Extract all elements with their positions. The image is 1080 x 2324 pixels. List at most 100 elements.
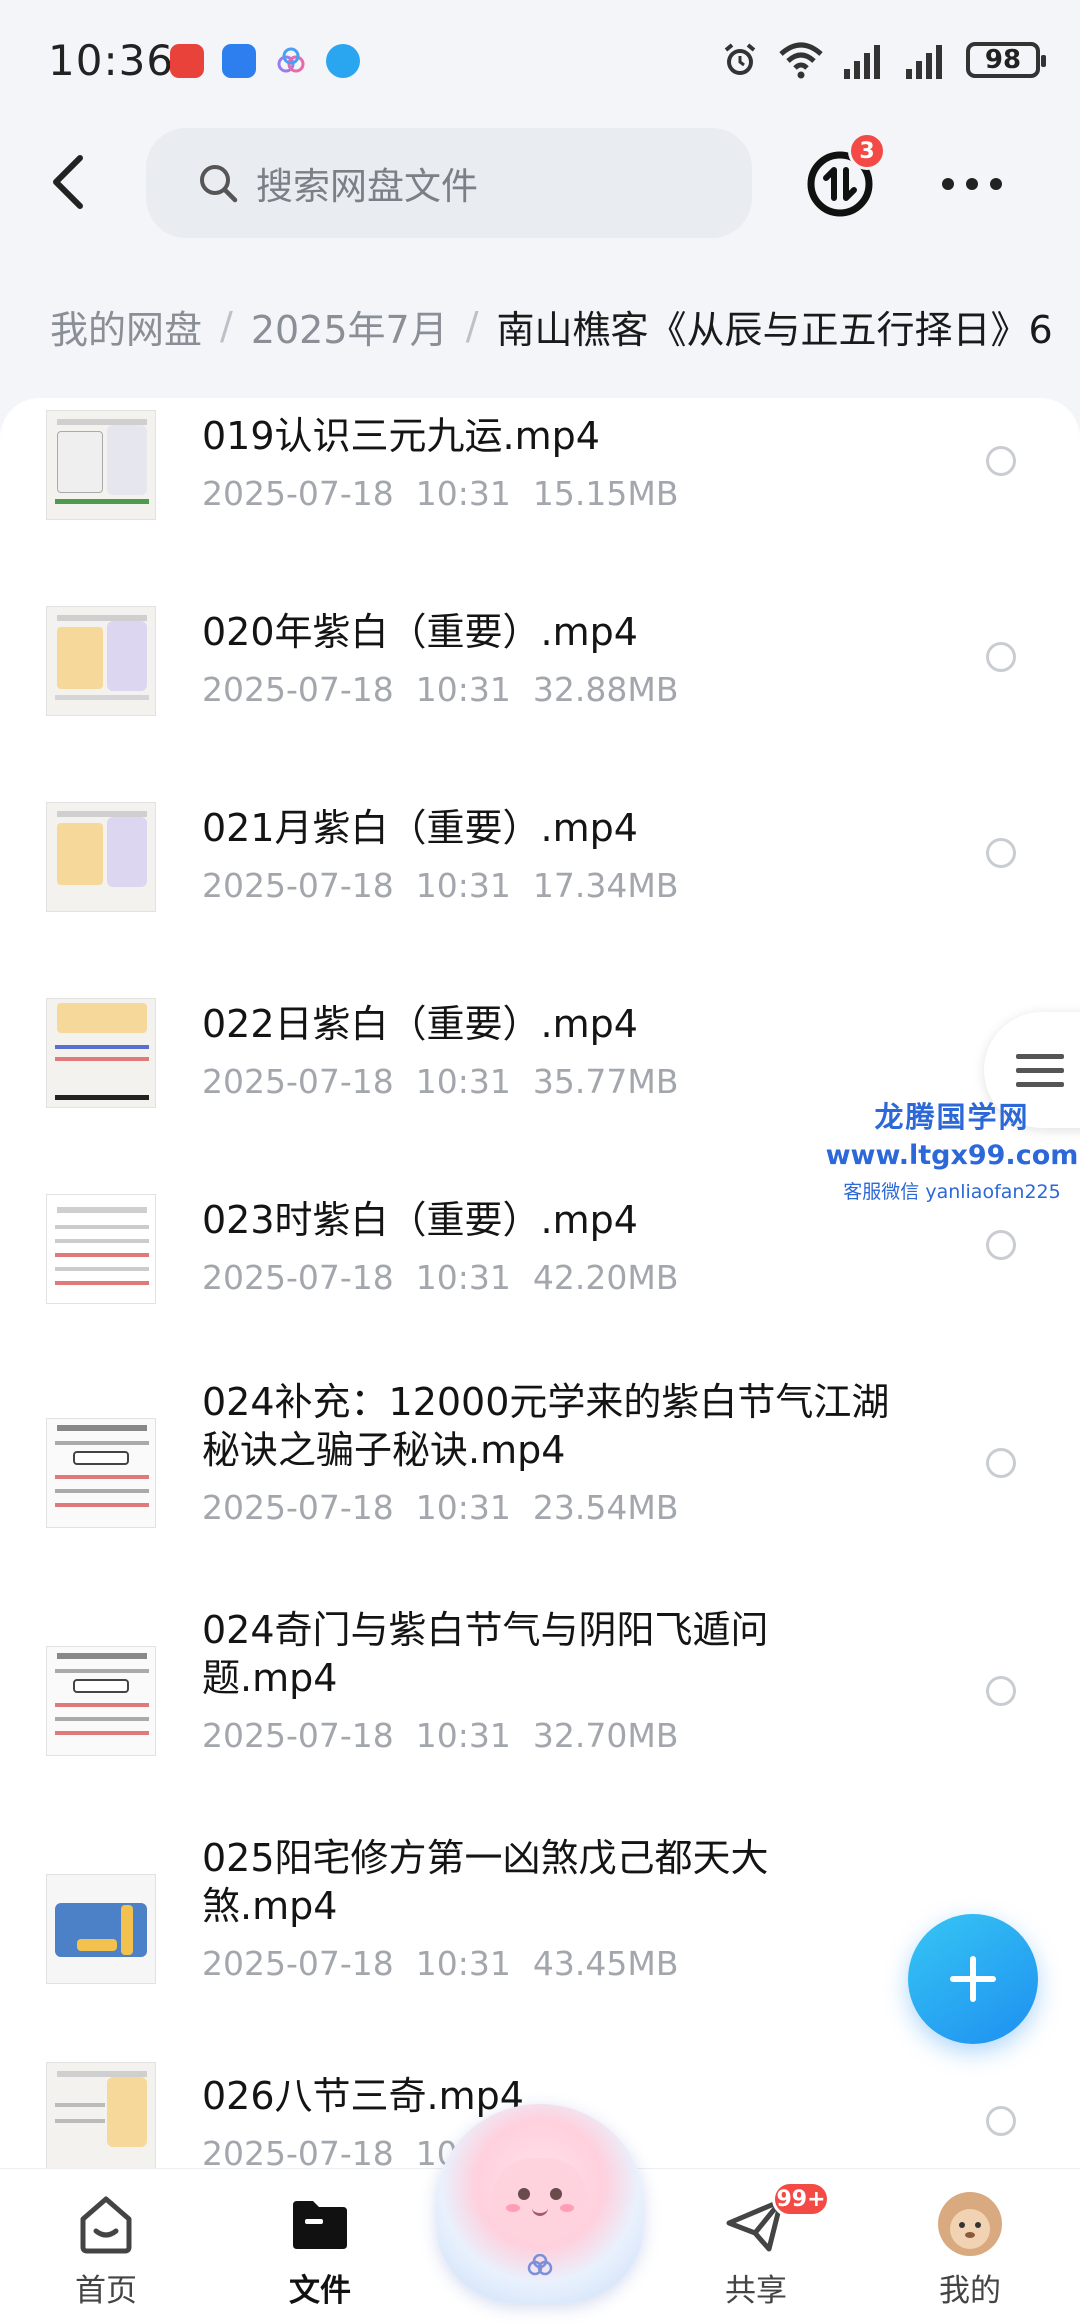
search-placeholder: 搜索网盘文件 [256, 165, 478, 208]
file-row[interactable]: 024奇门与紫白节气与阴阳飞遁问题.mp4 2025-07-18 10:31 32.… [0, 1586, 1080, 1814]
file-name: 021月紫白（重要）.mp4 [202, 806, 638, 850]
file-row[interactable]: 021月紫白（重要）.mp4 2025-07-18 10:31 17.34MB [0, 770, 1080, 966]
nav-share[interactable]: 共享 99+ [686, 2181, 830, 2310]
file-name: 024奇门与紫白节气与阴阳飞遁问题.mp4 [202, 1608, 769, 1700]
file-date: 2025-07-18 [202, 1944, 394, 1983]
avatar [938, 2192, 1002, 2256]
back-button[interactable] [38, 150, 98, 214]
ai-assistant-button[interactable] [436, 2104, 644, 2304]
transfer-list-button[interactable]: 3 [804, 132, 886, 220]
browser-notification-icon [326, 44, 360, 78]
home-icon [80, 2196, 132, 2254]
file-meta: 2025-07-18 10:31 32.70MB [202, 1716, 700, 1755]
breadcrumb-folder[interactable]: 2025年7月 [251, 299, 448, 354]
nav-share-label: 共享 [725, 2273, 787, 2309]
file-name: 024补充：12000元学来的紫白节气江湖秘诀之骗子秘诀.mp4 [202, 1380, 890, 1472]
video-thumbnail [46, 410, 156, 520]
cloud-notification-icon [274, 44, 308, 78]
file-row[interactable]: 024补充：12000元学来的紫白节气江湖秘诀之骗子秘诀.mp4 2025-07… [0, 1358, 1080, 1586]
plus-icon [950, 1956, 996, 2002]
dot-icon [990, 178, 1002, 190]
file-row[interactable]: 020年紫白（重要）.mp4 2025-07-18 10:31 32.88MB [0, 574, 1080, 770]
file-time: 10:31 [415, 1062, 511, 1101]
status-time: 10:36 [48, 36, 175, 85]
cloud-logo-icon [527, 2254, 553, 2276]
select-checkbox[interactable] [986, 1230, 1016, 1260]
file-meta: 2025-07-18 10:31 17.34MB [202, 866, 700, 905]
nav-files-label: 文件 [289, 2273, 351, 2309]
file-date: 2025-07-18 [202, 1488, 394, 1527]
nav-profile[interactable]: 我的 [900, 2189, 1040, 2310]
file-date: 2025-07-18 [202, 2134, 394, 2168]
select-checkbox[interactable] [986, 1448, 1016, 1478]
menu-line-icon [1016, 1067, 1064, 1073]
nav-profile-label: 我的 [939, 2273, 1001, 2309]
add-button[interactable] [908, 1914, 1038, 2044]
file-time: 10:31 [415, 1488, 511, 1527]
file-name: 022日紫白（重要）.mp4 [202, 1002, 638, 1046]
search-icon [200, 165, 238, 203]
status-indicators: 98 [720, 40, 1046, 80]
signal-icon [844, 45, 880, 79]
back-arrow-icon [53, 155, 83, 209]
video-thumbnail [46, 802, 156, 912]
file-time: 10:31 [415, 670, 511, 709]
file-size: 42.20MB [532, 1258, 679, 1297]
share-count-badge: 99+ [772, 2181, 830, 2217]
file-size: 17.34MB [532, 866, 679, 905]
file-time: 10:31 [415, 866, 511, 905]
select-checkbox[interactable] [986, 446, 1016, 476]
video-thumbnail [46, 1194, 156, 1304]
wifi-icon [779, 42, 823, 79]
select-checkbox[interactable] [986, 1676, 1016, 1706]
search-input[interactable]: 搜索网盘文件 [146, 128, 752, 238]
file-meta: 2025-07-18 10:31 35.77MB [202, 1062, 700, 1101]
file-time: 10:31 [415, 1258, 511, 1297]
file-size: 23.54MB [532, 1488, 679, 1527]
transfer-count-badge: 3 [848, 132, 886, 170]
file-size: 32.70MB [532, 1716, 679, 1755]
file-size: 43.45MB [532, 1944, 679, 1983]
file-date: 2025-07-18 [202, 1258, 394, 1297]
alarm-icon [724, 43, 756, 75]
watermark-contact: 客服微信 yanliaofan225 [843, 1181, 1061, 1203]
select-checkbox[interactable] [986, 2106, 1016, 2136]
watermark-overlay: 龙腾国学网 www.ltgx99.com 客服微信 yanliaofan225 [824, 1094, 1080, 1204]
video-thumbnail [46, 1874, 156, 1984]
battery-indicator: 98 [966, 42, 1046, 78]
file-size: 15.15MB [532, 474, 679, 513]
select-checkbox[interactable] [986, 838, 1016, 868]
more-options-button[interactable] [942, 158, 1002, 210]
assistant-face [492, 2158, 588, 2240]
breadcrumb-separator: / [220, 304, 233, 348]
file-size: 35.77MB [532, 1062, 679, 1101]
file-meta: 2025-07-18 10:31 15.15MB [202, 474, 700, 513]
file-date: 2025-07-18 [202, 1716, 394, 1755]
app-root: 10:36 98 搜索网盘文件 3 我的网盘 / 2025年7月 / 南山樵客《… [0, 0, 1080, 2324]
select-checkbox[interactable] [986, 642, 1016, 672]
video-thumbnail [46, 606, 156, 716]
video-thumbnail [46, 998, 156, 1108]
video-thumbnail [46, 2062, 156, 2168]
dot-icon [942, 178, 954, 190]
breadcrumb-root[interactable]: 我的网盘 [50, 299, 202, 354]
file-date: 2025-07-18 [202, 866, 394, 905]
file-time: 10:31 [415, 1944, 511, 1983]
file-time: 10:31 [415, 1716, 511, 1755]
file-meta: 2025-07-18 10:31 42.20MB [202, 1258, 700, 1297]
nav-home-label: 首页 [75, 2273, 137, 2309]
app-notification-icon [170, 44, 204, 78]
video-thumbnail [46, 1646, 156, 1756]
file-row[interactable]: 019认识三元九运.mp4 2025-07-18 10:31 15.15MB [0, 398, 1080, 574]
folder-icon [293, 2201, 347, 2249]
nav-files[interactable]: 文件 [250, 2189, 390, 2310]
video-thumbnail [46, 1418, 156, 1528]
nav-home[interactable]: 首页 [36, 2189, 176, 2310]
signal-icon [906, 45, 942, 79]
file-list: 019认识三元九运.mp4 2025-07-18 10:31 15.15MB 020… [0, 398, 1080, 2168]
status-bar: 10:36 98 [0, 0, 1080, 120]
file-name: 025阳宅修方第一凶煞戊己都天大煞.mp4 [202, 1836, 769, 1928]
breadcrumb-current-folder: 南山樵客《从辰与正五行择日》6 [496, 307, 1053, 352]
breadcrumb-separator: / [465, 304, 479, 348]
file-meta: 2025-07-18 10:31 32.88MB [202, 670, 700, 709]
